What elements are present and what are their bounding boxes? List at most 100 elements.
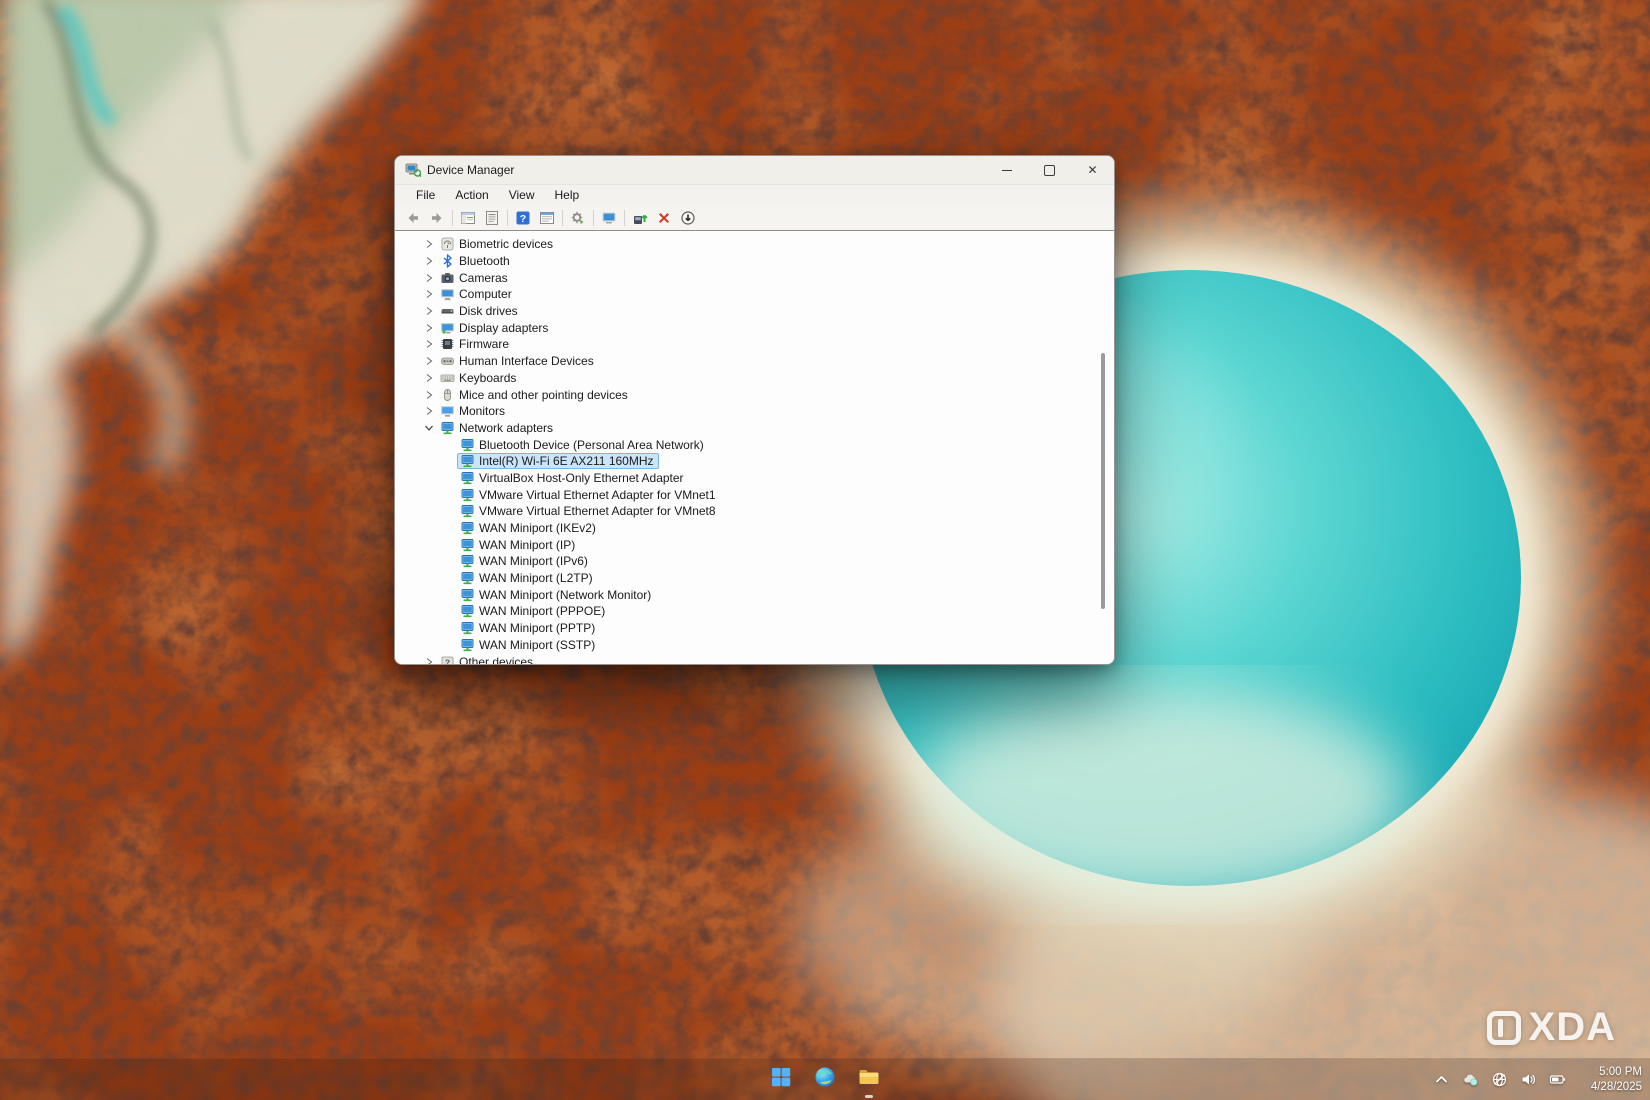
tree-item-content[interactable]: Firmware xyxy=(437,336,514,352)
tree-item[interactable]: WAN Miniport (L2TP) xyxy=(395,570,1114,587)
disable-device-button[interactable] xyxy=(676,207,700,229)
chevron-right-icon[interactable] xyxy=(421,337,437,351)
back-button[interactable] xyxy=(401,207,425,229)
help-button[interactable]: ? xyxy=(511,207,535,229)
tree-item[interactable]: WAN Miniport (SSTP) xyxy=(395,637,1114,654)
tree-item[interactable]: VMware Virtual Ethernet Adapter for VMne… xyxy=(395,486,1114,503)
scan-hardware-changes-icon xyxy=(570,210,586,226)
minimize-button[interactable] xyxy=(985,156,1028,184)
update-driver-button[interactable] xyxy=(628,207,652,229)
tree-item-content[interactable]: Disk drives xyxy=(437,303,523,319)
file-explorer-taskbar-button[interactable] xyxy=(854,1065,884,1095)
chevron-right-icon[interactable] xyxy=(421,304,437,318)
tree-item-content[interactable]: Biometric devices xyxy=(437,236,558,252)
network-adapter-icon xyxy=(440,421,455,435)
tree-item[interactable]: Firmware xyxy=(395,336,1114,353)
chevron-right-icon[interactable] xyxy=(421,321,437,335)
battery-icon[interactable] xyxy=(1547,1070,1567,1090)
display-adapter-icon xyxy=(440,321,455,335)
chevron-down-icon[interactable] xyxy=(421,421,437,435)
maximize-button[interactable] xyxy=(1028,156,1071,184)
tree-item-content[interactable]: WAN Miniport (L2TP) xyxy=(457,570,598,586)
chevron-right-icon[interactable] xyxy=(421,388,437,402)
console-tree-button[interactable] xyxy=(456,207,480,229)
start-taskbar-button[interactable] xyxy=(766,1065,796,1095)
tree-item-content[interactable]: WAN Miniport (Network Monitor) xyxy=(457,587,656,603)
tree-item-content[interactable]: WAN Miniport (IPv6) xyxy=(457,553,593,569)
tree-item[interactable]: Network adapters xyxy=(395,420,1114,437)
tree-item-content[interactable]: VMware Virtual Ethernet Adapter for VMne… xyxy=(457,503,721,519)
tree-item-content[interactable]: VirtualBox Host-Only Ethernet Adapter xyxy=(457,470,689,486)
tree-item[interactable]: VirtualBox Host-Only Ethernet Adapter xyxy=(395,470,1114,487)
tree-item-content[interactable]: Mice and other pointing devices xyxy=(437,387,633,403)
tree-item[interactable]: WAN Miniport (PPPOE) xyxy=(395,603,1114,620)
tree-item-content[interactable]: WAN Miniport (PPPOE) xyxy=(457,603,610,619)
tree-item-content[interactable]: Monitors xyxy=(437,403,510,419)
chevron-right-icon[interactable] xyxy=(421,254,437,268)
tree-item[interactable]: Monitors xyxy=(395,403,1114,420)
tree-item[interactable]: Mice and other pointing devices xyxy=(395,386,1114,403)
onedrive-cloud-icon[interactable] xyxy=(1460,1070,1480,1090)
edge-globe-taskbar-button[interactable] xyxy=(810,1065,840,1095)
forward-button[interactable] xyxy=(425,207,449,229)
xda-logo-icon xyxy=(1487,1011,1521,1045)
chevron-right-icon[interactable] xyxy=(421,271,437,285)
volume-icon[interactable] xyxy=(1518,1070,1538,1090)
tree-item-content[interactable]: Display adapters xyxy=(437,320,553,336)
network-no-internet-icon[interactable] xyxy=(1489,1070,1509,1090)
tree-item[interactable]: Bluetooth Device (Personal Area Network) xyxy=(395,436,1114,453)
close-button[interactable]: ✕ xyxy=(1071,156,1114,184)
tree-item-label: WAN Miniport (PPPOE) xyxy=(479,604,605,618)
tree-item[interactable]: ?Other devices xyxy=(395,653,1114,664)
tree-item-content[interactable]: WAN Miniport (PPTP) xyxy=(457,620,600,636)
chevron-right-icon[interactable] xyxy=(421,354,437,368)
export-list-button[interactable] xyxy=(535,207,559,229)
menu-file[interactable]: File xyxy=(407,186,444,204)
chevron-right-icon[interactable] xyxy=(421,371,437,385)
tree-item-content[interactable]: WAN Miniport (IP) xyxy=(457,537,580,553)
tree-item[interactable]: WAN Miniport (IPv6) xyxy=(395,553,1114,570)
tree-item[interactable]: Human Interface Devices xyxy=(395,353,1114,370)
tree-item-content[interactable]: Bluetooth xyxy=(437,253,515,269)
tree-item[interactable]: WAN Miniport (IKEv2) xyxy=(395,520,1114,537)
tree-item[interactable]: Disk drives xyxy=(395,303,1114,320)
tree-item-content[interactable]: Cameras xyxy=(437,270,513,286)
scan-hardware-changes-button[interactable] xyxy=(566,207,590,229)
tree-item[interactable]: Biometric devices xyxy=(395,236,1114,253)
chevron-right-icon[interactable] xyxy=(421,404,437,418)
uninstall-device-icon xyxy=(656,210,672,226)
tree-item-content[interactable]: VMware Virtual Ethernet Adapter for VMne… xyxy=(457,487,721,503)
vertical-scrollbar[interactable] xyxy=(1101,353,1105,609)
taskbar-clock[interactable]: 5:00 PM 4/28/2025 xyxy=(1591,1059,1642,1100)
tree-item[interactable]: Intel(R) Wi-Fi 6E AX211 160MHz xyxy=(395,453,1114,470)
tree-item-content[interactable]: ?Other devices xyxy=(437,654,538,664)
tree-item-content[interactable]: Human Interface Devices xyxy=(437,353,599,369)
tree-item[interactable]: Cameras xyxy=(395,269,1114,286)
tree-item[interactable]: WAN Miniport (Network Monitor) xyxy=(395,586,1114,603)
title-bar[interactable]: Device Manager ✕ xyxy=(395,156,1114,184)
tree-item[interactable]: VMware Virtual Ethernet Adapter for VMne… xyxy=(395,503,1114,520)
tree-item[interactable]: Bluetooth xyxy=(395,253,1114,270)
chevron-right-icon[interactable] xyxy=(421,655,437,664)
tree-item-content[interactable]: Bluetooth Device (Personal Area Network) xyxy=(457,437,709,453)
uninstall-device-button[interactable] xyxy=(652,207,676,229)
menu-view[interactable]: View xyxy=(500,186,544,204)
tree-item-content[interactable]: WAN Miniport (IKEv2) xyxy=(457,520,601,536)
tree-item[interactable]: Display adapters xyxy=(395,319,1114,336)
chevron-right-icon[interactable] xyxy=(421,287,437,301)
tree-item[interactable]: Computer xyxy=(395,286,1114,303)
tree-item[interactable]: WAN Miniport (IP) xyxy=(395,536,1114,553)
remote-desktop-button[interactable] xyxy=(597,207,621,229)
chevron-right-icon[interactable] xyxy=(421,237,437,251)
menu-action[interactable]: Action xyxy=(446,186,497,204)
tree-item-content[interactable]: Keyboards xyxy=(437,370,521,386)
tree-item-content[interactable]: Computer xyxy=(437,286,517,302)
properties-button[interactable] xyxy=(480,207,504,229)
tree-item-content[interactable]: Network adapters xyxy=(437,420,558,436)
tree-item[interactable]: WAN Miniport (PPTP) xyxy=(395,620,1114,637)
selected-tree-item[interactable]: Intel(R) Wi-Fi 6E AX211 160MHz xyxy=(457,453,659,469)
menu-help[interactable]: Help xyxy=(546,186,589,204)
tree-item-content[interactable]: WAN Miniport (SSTP) xyxy=(457,637,600,653)
hidden-icons-chevron[interactable] xyxy=(1431,1070,1451,1090)
tree-item[interactable]: Keyboards xyxy=(395,370,1114,387)
